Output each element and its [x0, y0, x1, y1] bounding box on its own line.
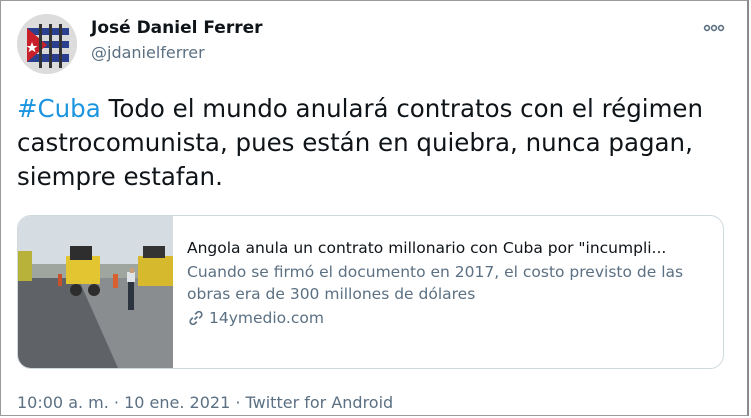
avatar[interactable]: [17, 14, 77, 74]
card-description: Cuando se firmó el documento en 2017, el…: [187, 263, 684, 303]
card-link-domain: 14ymedio.com: [209, 309, 324, 327]
hashtag-link[interactable]: #Cuba: [17, 94, 101, 123]
tweet-body: Todo el mundo anulará contratos con el r…: [17, 94, 704, 191]
card-body: Angola anula un contrato millonario con …: [187, 239, 717, 327]
card-link[interactable]: 14ymedio.com: [187, 309, 717, 327]
more-dots-icon: [703, 24, 725, 32]
avatar-flag-image: [17, 14, 77, 74]
card-image: [18, 216, 173, 368]
more-options-button[interactable]: [703, 20, 725, 36]
link-icon: [189, 310, 203, 326]
card-title[interactable]: Angola anula un contrato millonario con …: [187, 239, 717, 257]
tweet-text: #Cuba Todo el mundo anulará contratos co…: [17, 92, 732, 194]
link-card[interactable]: Angola anula un contrato millonario con …: [17, 215, 724, 369]
tweet-timestamp[interactable]: 10:00 a. m. · 10 ene. 2021 · Twitter for…: [17, 393, 393, 412]
author-handle[interactable]: @jdanielferrer: [91, 43, 205, 62]
author-name[interactable]: José Daniel Ferrer: [91, 18, 263, 38]
